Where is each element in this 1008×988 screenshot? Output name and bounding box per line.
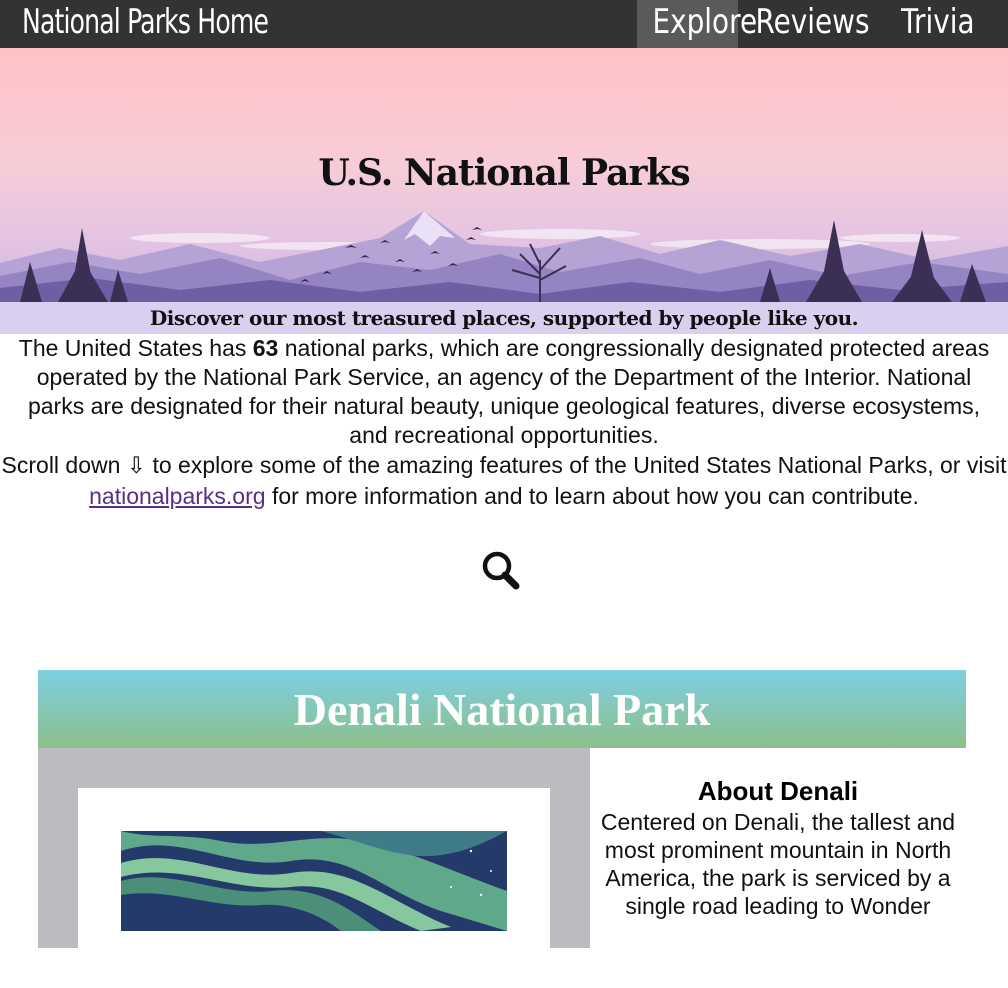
- nav-links: Explore Reviews Trivia: [637, 0, 1008, 48]
- park-card-body: About Denali Centered on Denali, the tal…: [38, 748, 966, 988]
- nav-home-link[interactable]: National Parks Home: [22, 0, 269, 48]
- nav-explore-link[interactable]: Explore: [637, 0, 757, 48]
- nav-explore-label: Explore: [652, 2, 758, 42]
- tagline-text: Discover our most treasured places, supp…: [149, 306, 814, 330]
- park-count: 63: [252, 335, 279, 361]
- intro-text-before: The United States has: [18, 335, 253, 361]
- scroll-text-after: for more information and to learn about …: [265, 483, 919, 509]
- nationalparks-link[interactable]: nationalparks.org: [89, 483, 265, 509]
- nav-trivia-label: Trivia: [901, 2, 975, 42]
- search-button[interactable]: [479, 548, 523, 592]
- top-nav: National Parks Home Explore Reviews Triv…: [0, 0, 1008, 48]
- scroll-paragraph: Scroll down ⇩ to explore some of the ama…: [0, 450, 1008, 512]
- intro-section: The United States has 63 national parks,…: [0, 334, 1008, 512]
- park-card: Denali National Park About Denali Center…: [38, 670, 966, 988]
- nav-reviews-label: Reviews: [755, 2, 871, 42]
- page-title: U.S. National Parks: [318, 152, 690, 194]
- search-icon: [482, 551, 520, 590]
- nav-reviews-link[interactable]: Reviews: [738, 0, 888, 48]
- tagline-emphasis: you.: [813, 306, 859, 330]
- park-image-frame: [78, 788, 550, 988]
- hero-banner: U.S. National Parks: [0, 48, 1008, 302]
- park-about: About Denali Centered on Denali, the tal…: [590, 748, 966, 948]
- intro-paragraph: The United States has 63 national parks,…: [0, 334, 1008, 450]
- tagline: Discover our most treasured places, supp…: [0, 302, 1008, 334]
- scroll-text-before: Scroll down ⇩ to explore some of the ama…: [1, 452, 1007, 478]
- about-title: About Denali: [697, 776, 859, 806]
- park-title: Denali National Park: [38, 670, 966, 748]
- about-text: Centered on Denali, the tallest and most…: [600, 809, 956, 919]
- nav-trivia-link[interactable]: Trivia: [888, 0, 988, 48]
- park-media-panel: [38, 748, 590, 988]
- aurora-image: [121, 831, 507, 931]
